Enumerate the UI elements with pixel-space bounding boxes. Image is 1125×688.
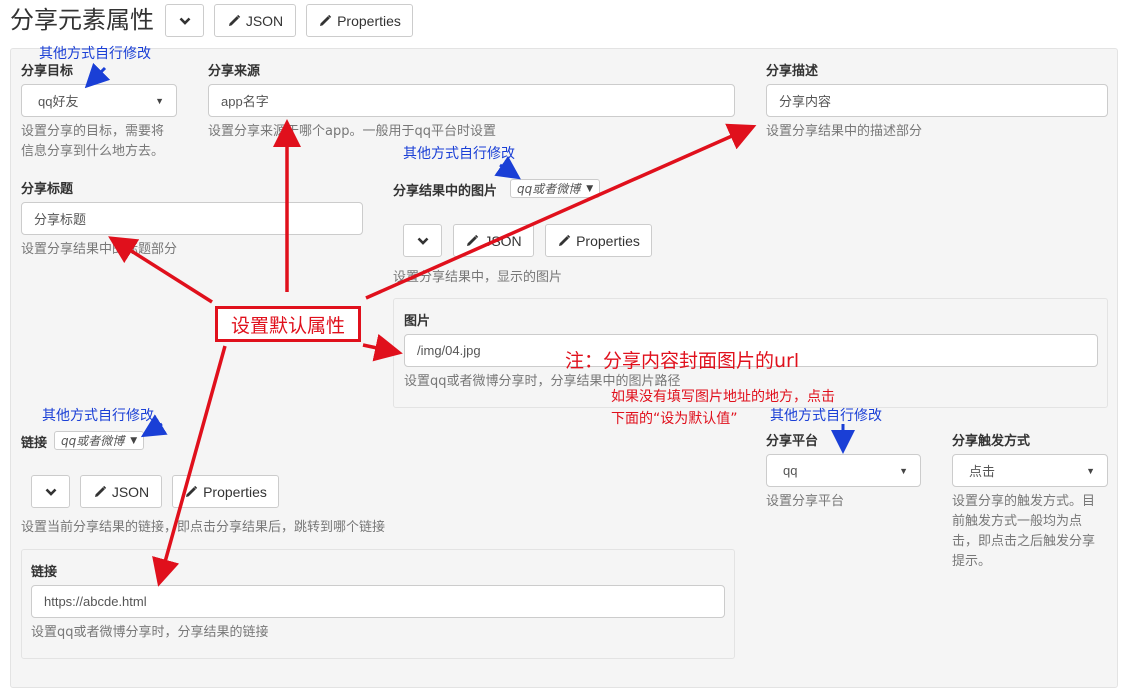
- link-json-label: JSON: [111, 483, 150, 500]
- link-help: 设置当前分享结果的链接，即点击分享结果后，跳转到哪个链接: [21, 520, 386, 535]
- note-other-ways-link: 其他方式自行修改: [42, 408, 154, 424]
- image-collapse-button[interactable]: [403, 224, 442, 257]
- platform-label: 分享平台: [766, 434, 819, 449]
- trigger-label: 分享触发方式: [952, 434, 1031, 449]
- platform-select[interactable]: qq ▼: [766, 454, 921, 487]
- link-json-button[interactable]: JSON: [80, 475, 162, 508]
- source-help: 设置分享来源于哪个app。一般用于qq平台时设置: [208, 124, 496, 139]
- link-properties-label: Properties: [203, 483, 267, 500]
- caret-down-icon: ▼: [130, 435, 138, 446]
- link-mode-value: qq或者微博: [61, 434, 125, 448]
- caret-down-icon: ▼: [1086, 465, 1095, 476]
- trigger-select-value: 点击: [969, 464, 996, 479]
- platform-help: 设置分享平台: [766, 494, 845, 509]
- platform-select-value: qq: [783, 463, 798, 478]
- note-fill-line2: 下面的“设为默认值”: [611, 411, 738, 427]
- chevron-down-icon: [417, 237, 428, 245]
- image-label: 分享结果中的图片: [393, 184, 498, 199]
- chevron-down-icon: [179, 17, 190, 25]
- note-image-url: 注：分享内容封面图片的url: [565, 350, 800, 372]
- link-url-input[interactable]: https://abcde.html: [31, 585, 725, 618]
- json-button[interactable]: JSON: [214, 4, 296, 37]
- set-default-callout: 设置默认属性: [215, 306, 361, 342]
- description-input[interactable]: 分享内容: [766, 84, 1108, 117]
- properties-button[interactable]: Properties: [306, 4, 413, 37]
- pencil-icon: [228, 14, 240, 26]
- note-fill-line1: 如果没有填写图片地址的地方，点击: [611, 389, 835, 405]
- pencil-icon: [559, 234, 571, 246]
- pencil-icon: [94, 485, 106, 497]
- caret-down-icon: ▼: [586, 183, 594, 194]
- caret-down-icon: ▼: [155, 95, 164, 106]
- source-input[interactable]: app名字: [208, 84, 735, 117]
- trigger-help: 设置分享的触发方式。目 前触发方式一般均为点 击，即点击之后触发分享 提示。: [952, 494, 1096, 569]
- note-other-ways-platform: 其他方式自行修改: [770, 408, 882, 424]
- pencil-icon: [467, 234, 479, 246]
- page-title: 分享元素属性: [10, 6, 154, 34]
- target-select-value: qq好友: [38, 94, 79, 109]
- pencil-icon: [186, 485, 198, 497]
- pencil-icon: [320, 14, 332, 26]
- image-inner-label: 图片: [404, 314, 431, 329]
- link-inner-label: 链接: [31, 565, 58, 580]
- description-help: 设置分享结果中的描述部分: [766, 124, 923, 139]
- note-other-ways-image: 其他方式自行修改: [403, 146, 515, 162]
- image-json-label: JSON: [484, 232, 522, 249]
- description-label: 分享描述: [766, 64, 819, 79]
- image-help: 设置分享结果中，显示的图片: [393, 270, 563, 285]
- title-label: 分享标题: [21, 182, 74, 197]
- image-mode-value: qq或者微博: [517, 182, 581, 196]
- link-label: 链接: [21, 436, 48, 451]
- image-json-button[interactable]: JSON: [453, 224, 534, 257]
- source-label: 分享来源: [208, 64, 261, 79]
- properties-button-label: Properties: [337, 12, 401, 29]
- image-mode-select[interactable]: qq或者微博 ▼: [510, 179, 601, 198]
- chevron-down-icon: [45, 488, 56, 496]
- target-select[interactable]: qq好友 ▼: [21, 84, 177, 117]
- trigger-select[interactable]: 点击 ▼: [952, 454, 1108, 487]
- image-properties-button[interactable]: Properties: [545, 224, 652, 257]
- note-other-ways-target: 其他方式自行修改: [39, 46, 151, 62]
- image-properties-label: Properties: [576, 232, 640, 249]
- link-collapse-button[interactable]: [31, 475, 70, 508]
- title-input[interactable]: 分享标题: [21, 202, 363, 235]
- json-button-label: JSON: [245, 12, 284, 29]
- link-inner-help: 设置qq或者微博分享时，分享结果的链接: [31, 625, 269, 640]
- title-help: 设置分享结果中的标题部分: [21, 242, 178, 257]
- link-mode-select[interactable]: qq或者微博 ▼: [54, 431, 145, 450]
- caret-down-icon: ▼: [899, 465, 908, 476]
- link-properties-button[interactable]: Properties: [172, 475, 279, 508]
- target-help: 设置分享的目标，需要将 信息分享到什么地方去。: [21, 124, 165, 159]
- collapse-button[interactable]: [165, 4, 204, 37]
